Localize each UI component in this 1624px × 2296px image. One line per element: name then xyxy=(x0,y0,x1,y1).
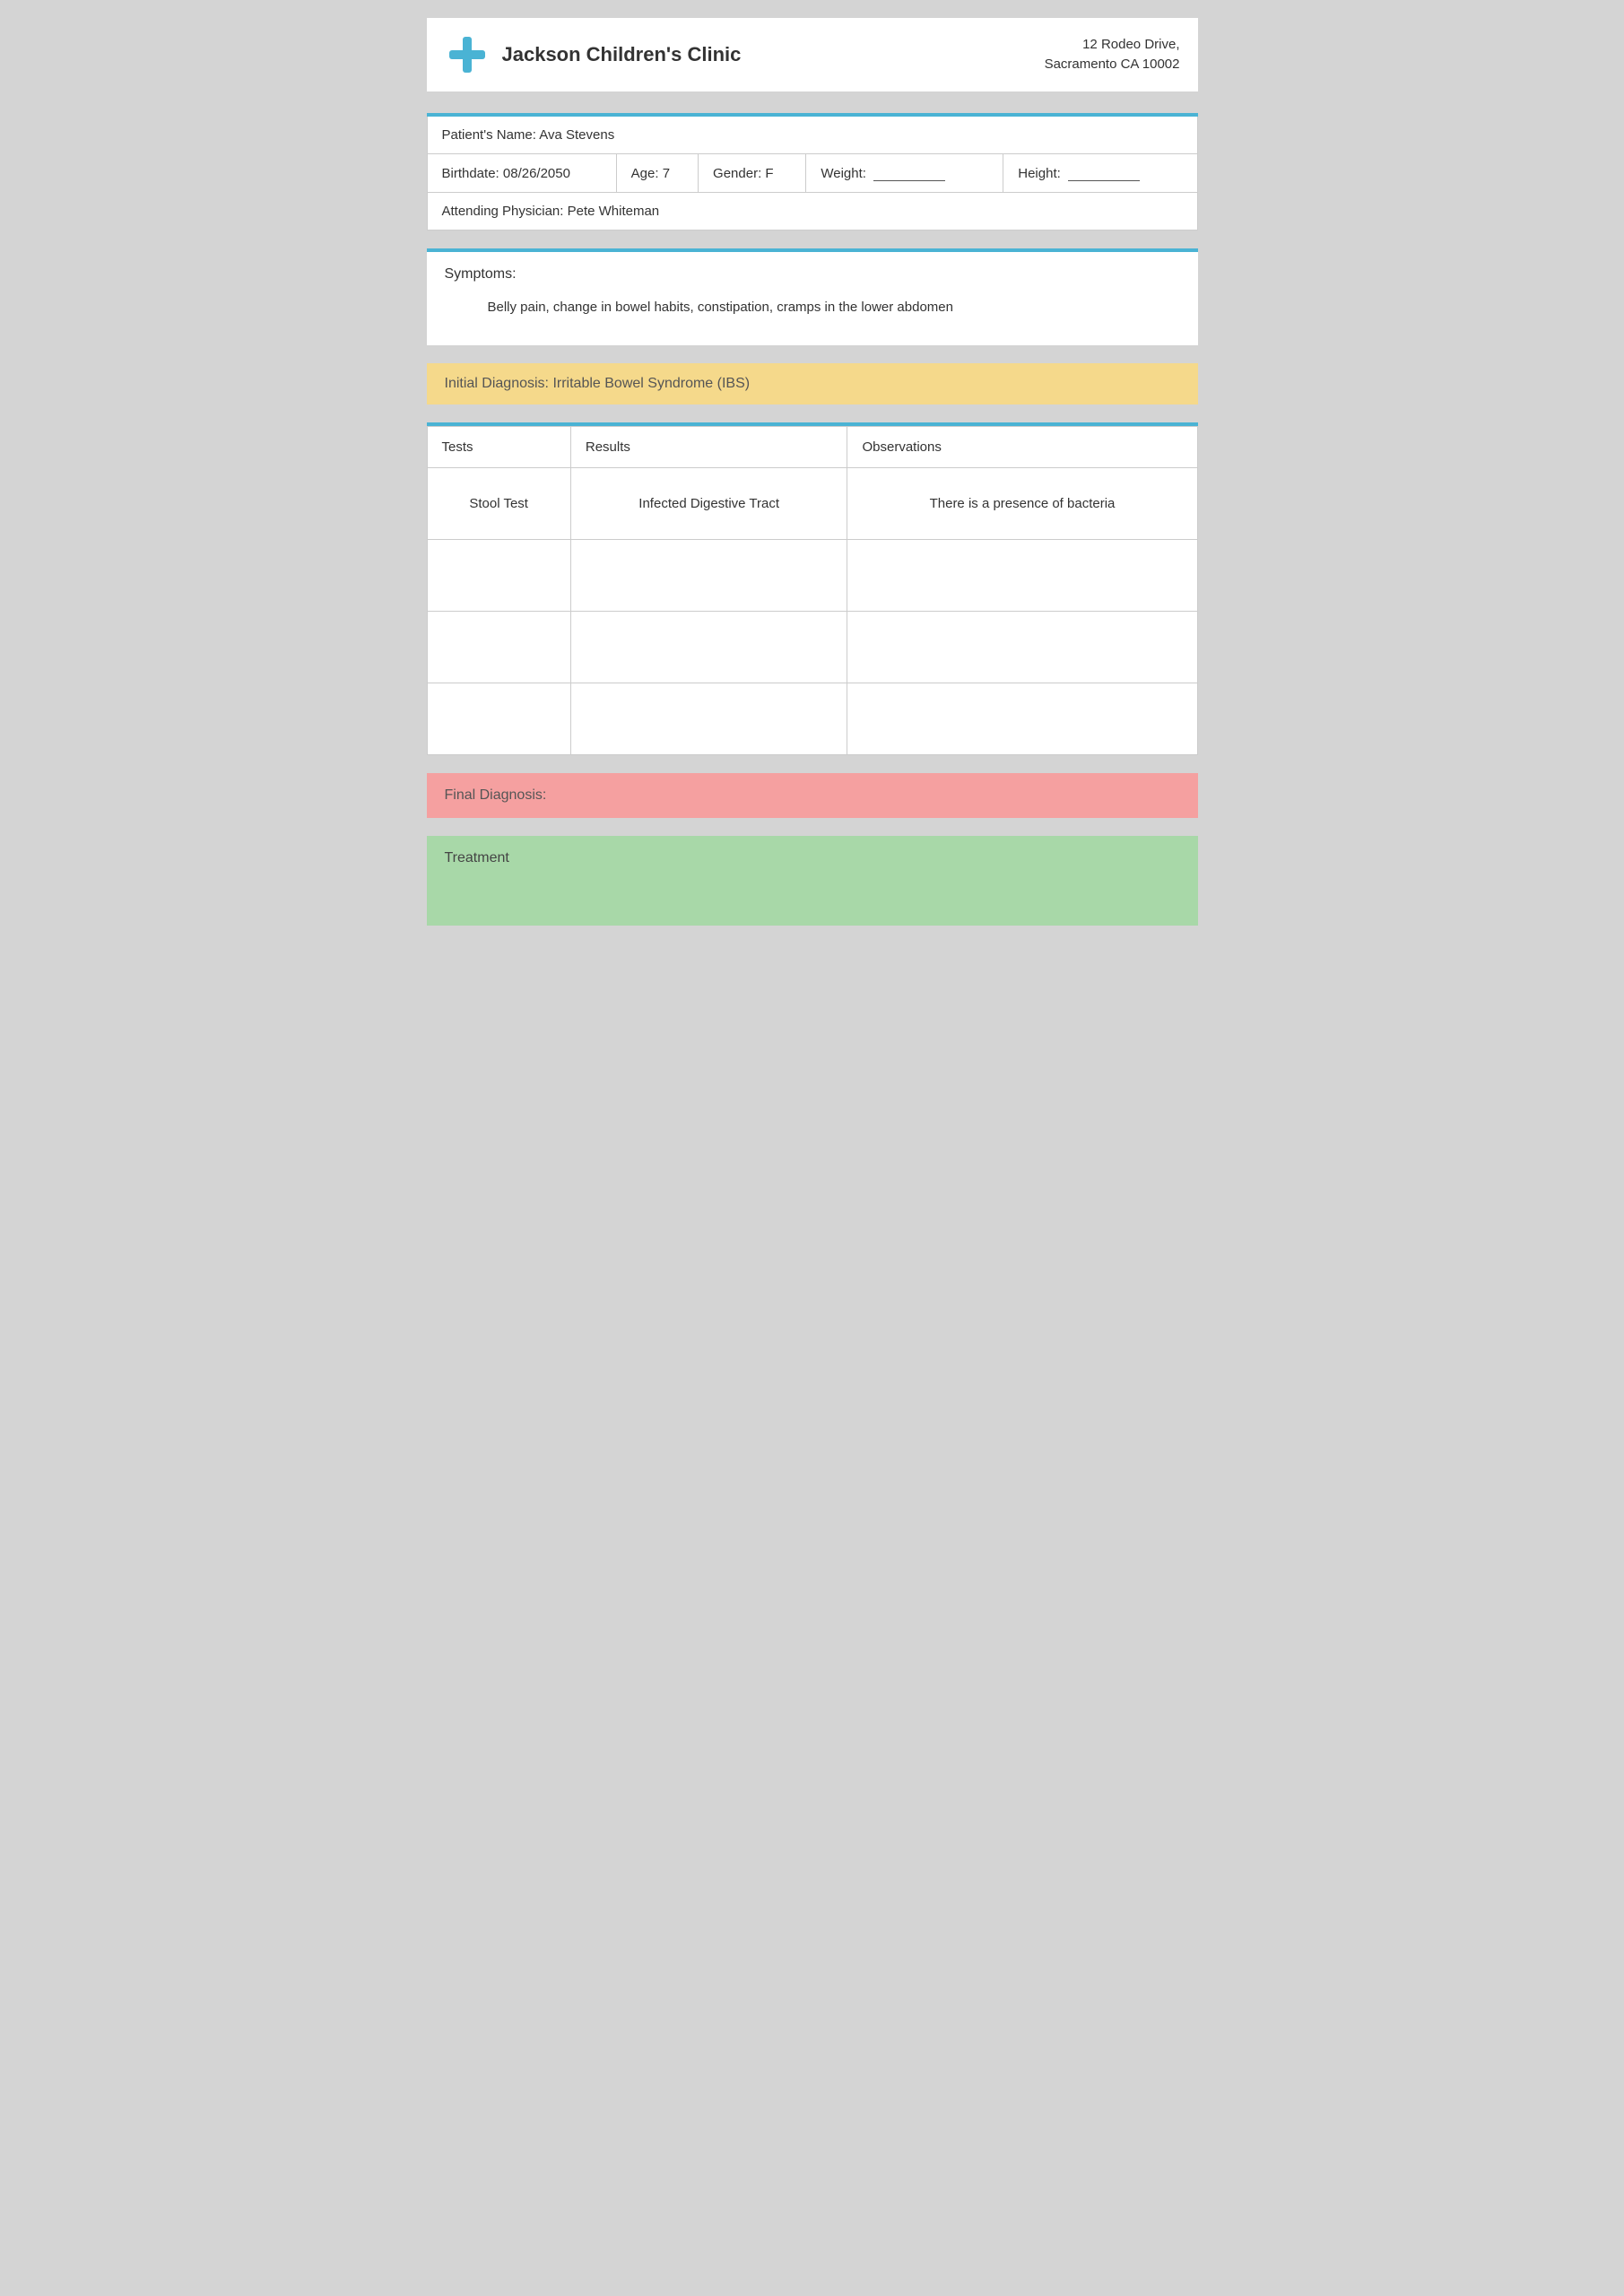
test-observation-cell xyxy=(847,540,1197,612)
col-tests-header: Tests xyxy=(427,427,570,468)
physician-cell: Attending Physician: Pete Whiteman xyxy=(427,193,1197,230)
test-result-cell xyxy=(570,612,847,683)
patient-details-row: Birthdate: 08/26/2050 Age: 7 Gender: F W… xyxy=(427,154,1197,193)
test-name-cell xyxy=(427,683,570,755)
weight-label: Weight: xyxy=(821,166,866,181)
clinic-address: 12 Rodeo Drive, Sacramento CA 10002 xyxy=(1045,35,1180,75)
age-cell: Age: 7 xyxy=(616,154,698,193)
patient-name-label: Patient's Name: xyxy=(442,127,536,143)
patient-name-value: Ava Stevens xyxy=(539,127,614,143)
treatment-label: Treatment xyxy=(445,850,509,865)
patient-name-row: Patient's Name: Ava Stevens xyxy=(427,117,1197,154)
col-results-header: Results xyxy=(570,427,847,468)
gender-cell: Gender: F xyxy=(699,154,806,193)
header: Jackson Children's Clinic 12 Rodeo Drive… xyxy=(427,18,1198,91)
height-blank xyxy=(1068,165,1140,181)
initial-diagnosis-text: Initial Diagnosis: Irritable Bowel Syndr… xyxy=(445,376,751,391)
gender-label: Gender: xyxy=(713,166,761,181)
tests-header-row: Tests Results Observations xyxy=(427,427,1197,468)
header-left: Jackson Children's Clinic xyxy=(445,32,742,77)
address-line1: 12 Rodeo Drive, xyxy=(1082,37,1179,52)
gender-value: F xyxy=(765,166,773,181)
test-observation-cell xyxy=(847,612,1197,683)
final-diagnosis-section: Final Diagnosis: xyxy=(427,773,1198,818)
age-label: Age: xyxy=(631,166,659,181)
height-label: Height: xyxy=(1018,166,1061,181)
test-row xyxy=(427,612,1197,683)
col-observations-header: Observations xyxy=(847,427,1197,468)
clinic-name: Jackson Children's Clinic xyxy=(502,43,742,66)
patient-name-cell: Patient's Name: Ava Stevens xyxy=(427,117,1197,154)
physician-value: Pete Whiteman xyxy=(568,204,660,219)
physician-row: Attending Physician: Pete Whiteman xyxy=(427,193,1197,230)
birthdate-value: 08/26/2050 xyxy=(503,166,570,181)
patient-info-table: Patient's Name: Ava Stevens Birthdate: 0… xyxy=(427,117,1198,230)
test-row: Stool TestInfected Digestive TractThere … xyxy=(427,468,1197,540)
patient-info-section: Patient's Name: Ava Stevens Birthdate: 0… xyxy=(427,113,1198,230)
symptoms-label: Symptoms: xyxy=(445,266,1180,283)
initial-diagnosis-banner: Initial Diagnosis: Irritable Bowel Syndr… xyxy=(427,363,1198,404)
tests-table: Tests Results Observations Stool TestInf… xyxy=(427,426,1198,755)
symptoms-section: Symptoms: Belly pain, change in bowel ha… xyxy=(427,248,1198,345)
test-row xyxy=(427,683,1197,755)
birthdate-label: Birthdate: xyxy=(442,166,499,181)
test-result-cell xyxy=(570,540,847,612)
test-row xyxy=(427,540,1197,612)
test-result-cell xyxy=(570,683,847,755)
age-value: 7 xyxy=(663,166,670,181)
symptoms-text: Belly pain, change in bowel habits, cons… xyxy=(445,297,1180,318)
test-name-cell: Stool Test xyxy=(427,468,570,540)
test-observation-cell xyxy=(847,683,1197,755)
address-line2: Sacramento CA 10002 xyxy=(1045,57,1180,72)
test-name-cell xyxy=(427,540,570,612)
birthdate-cell: Birthdate: 08/26/2050 xyxy=(427,154,616,193)
height-cell: Height: xyxy=(1003,154,1197,193)
treatment-section: Treatment xyxy=(427,836,1198,926)
final-diagnosis-label: Final Diagnosis: xyxy=(445,787,547,803)
weight-blank xyxy=(873,165,945,181)
test-result-cell: Infected Digestive Tract xyxy=(570,468,847,540)
physician-label: Attending Physician: xyxy=(442,204,564,219)
weight-cell: Weight: xyxy=(806,154,1003,193)
test-observation-cell: There is a presence of bacteria xyxy=(847,468,1197,540)
clinic-logo-icon xyxy=(445,32,490,77)
tests-section: Tests Results Observations Stool TestInf… xyxy=(427,422,1198,755)
test-name-cell xyxy=(427,612,570,683)
